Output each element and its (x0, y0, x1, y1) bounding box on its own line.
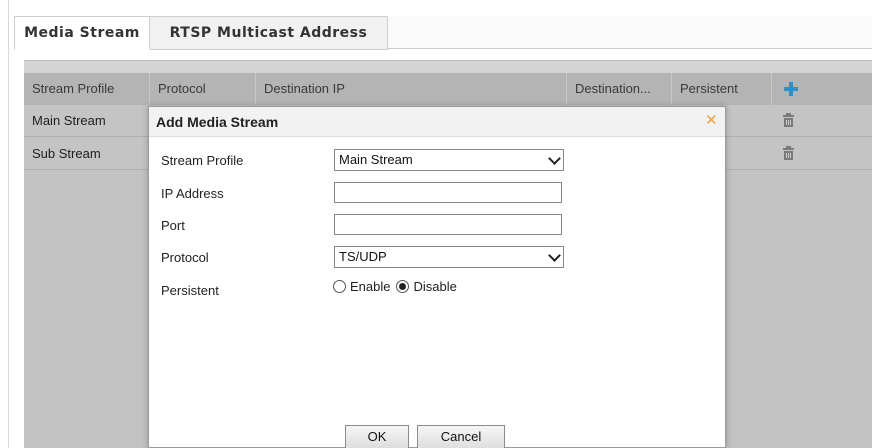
cancel-button[interactable]: Cancel (417, 425, 505, 448)
col-add (772, 73, 842, 105)
tab-rtsp-multicast-address[interactable]: RTSP Multicast Address (150, 16, 388, 50)
ip-address-input[interactable] (334, 182, 562, 203)
persistent-enable-label: Enable (350, 279, 391, 294)
close-icon[interactable]: ✕ (705, 113, 718, 129)
ok-button[interactable]: OK (345, 425, 409, 448)
col-protocol: Protocol (150, 73, 256, 105)
protocol-label: Protocol (161, 250, 209, 265)
dialog-titlebar: Add Media Stream ✕ (149, 107, 725, 137)
col-destination-port: Destination... (567, 73, 672, 105)
persistent-label: Persistent (161, 283, 219, 298)
persistent-enable-radio[interactable] (333, 280, 346, 293)
tab-bar: Media Stream RTSP Multicast Address (14, 16, 872, 50)
table-top-strip (24, 61, 872, 73)
row-stream-profile: Main Stream (24, 105, 150, 137)
col-stream-profile: Stream Profile (24, 73, 150, 105)
trash-icon[interactable] (783, 146, 794, 160)
page-border (8, 0, 9, 448)
stream-profile-label: Stream Profile (161, 153, 244, 168)
persistent-disable-radio[interactable] (396, 280, 410, 293)
port-input[interactable] (334, 214, 562, 235)
stream-profile-select[interactable]: Main Stream (334, 149, 564, 171)
add-media-stream-dialog: Add Media Stream ✕ Stream Profile Main S… (148, 106, 726, 448)
trash-icon[interactable] (783, 113, 794, 127)
ip-address-label: IP Address (161, 186, 224, 201)
stream-profile-value: Main Stream (339, 152, 413, 167)
dialog-title: Add Media Stream (156, 114, 279, 130)
row-stream-profile: Sub Stream (24, 138, 150, 170)
protocol-select[interactable]: TS/UDP (334, 246, 564, 268)
protocol-value: TS/UDP (339, 249, 387, 264)
col-destination-ip: Destination IP (256, 73, 567, 105)
chevron-down-icon (548, 152, 561, 165)
persistent-disable-label: Disable (413, 279, 457, 294)
tab-media-stream[interactable]: Media Stream (14, 16, 150, 50)
table-header: Stream Profile Protocol Destination IP D… (24, 73, 872, 105)
port-label: Port (161, 218, 185, 233)
persistent-radio-group: Enable Disable (333, 279, 463, 294)
plus-icon[interactable] (784, 82, 798, 96)
chevron-down-icon (548, 249, 561, 262)
col-persistent: Persistent (672, 73, 772, 105)
